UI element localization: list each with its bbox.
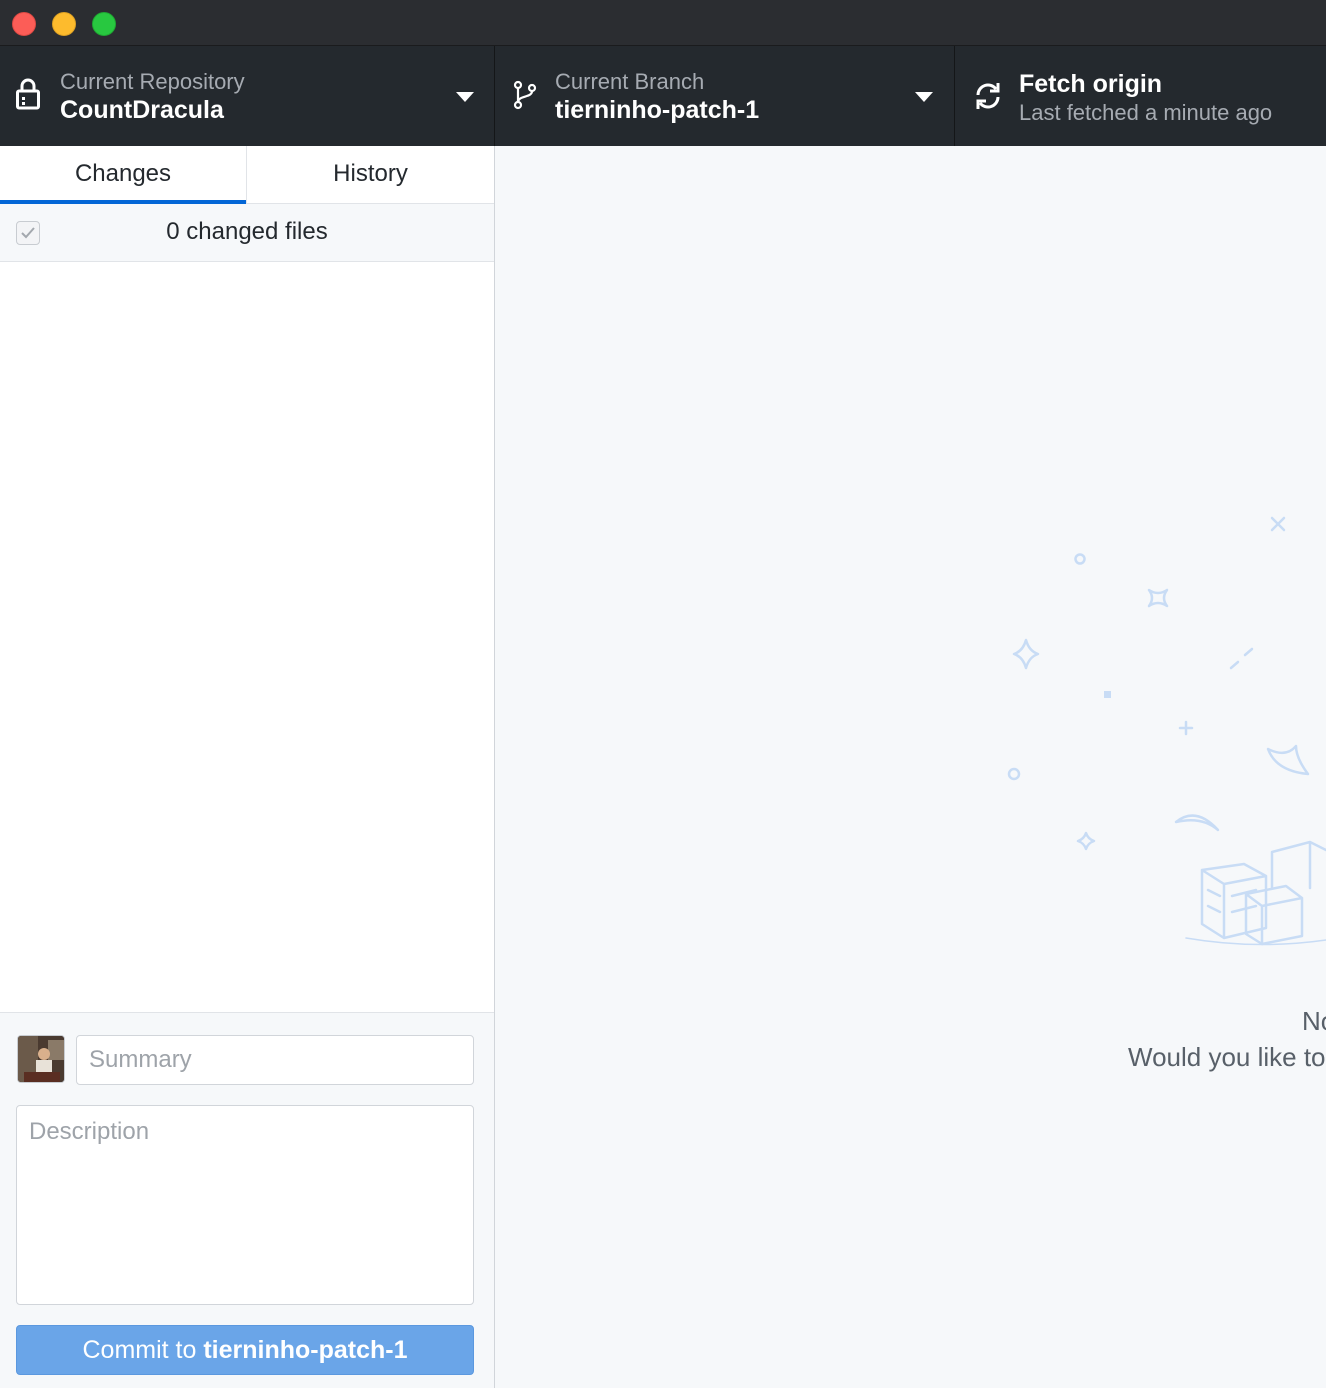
branch-label: Current Branch <box>555 69 705 94</box>
blank-slate-subtitle: Would you like to <box>1128 1042 1326 1072</box>
close-window-button[interactable] <box>12 12 36 36</box>
file-list <box>0 262 494 1013</box>
repository-label: Current Repository <box>60 69 245 94</box>
sidebar-tabs: Changes History <box>0 146 494 204</box>
chevron-down-icon <box>456 92 474 102</box>
square-sparkle-icon <box>1104 691 1111 698</box>
star-sparkle-icon <box>1147 588 1169 608</box>
changed-files-count: 0 changed files <box>166 218 328 245</box>
repository-name: CountDracula <box>60 96 224 124</box>
tab-history[interactable]: History <box>247 146 494 204</box>
current-repository-dropdown[interactable]: Current Repository CountDracula <box>0 46 495 146</box>
fetch-label: Fetch origin <box>1019 70 1163 98</box>
avatar <box>17 1035 65 1083</box>
commit-button-branch: tierninho-patch-1 <box>203 1336 408 1364</box>
box-icon <box>1244 884 1304 946</box>
lock-icon <box>16 78 40 115</box>
description-input[interactable] <box>16 1105 474 1305</box>
cross-sparkle-icon <box>1270 516 1286 532</box>
plus-sparkle-icon <box>1178 720 1194 736</box>
commit-message-area: Commit to tierninho-patch-1 <box>0 1012 494 1388</box>
branch-name: tierninho-patch-1 <box>555 96 760 124</box>
summary-input[interactable] <box>76 1035 474 1085</box>
changed-files-header: 0 changed files <box>0 204 494 262</box>
toolbar: Current Repository CountDracula Current … <box>0 46 1326 146</box>
title-bar <box>0 0 1326 46</box>
blank-slate: No Would you like to <box>496 146 1326 1388</box>
sparkle-icon <box>1076 831 1096 851</box>
diamond-sparkle-icon <box>1012 638 1040 670</box>
maximize-window-button[interactable] <box>92 12 116 36</box>
circle-sparkle-icon <box>1074 553 1086 565</box>
current-branch-dropdown[interactable]: Current Branch tierninho-patch-1 <box>495 46 955 146</box>
git-branch-icon <box>513 80 537 115</box>
commit-button-prefix: Commit to <box>82 1336 197 1364</box>
fetch-status: Last fetched a minute ago <box>1019 100 1273 125</box>
tab-changes[interactable]: Changes <box>0 146 247 204</box>
blank-slate-illustration <box>1007 516 1326 946</box>
blank-slate-title: No <box>1302 1006 1326 1036</box>
dash-sparkle-icon <box>1229 647 1254 670</box>
chevron-down-icon <box>915 92 933 102</box>
fetch-origin-button[interactable]: Fetch origin Last fetched a minute ago <box>955 46 1326 146</box>
paper-scrap-icon <box>1266 744 1310 776</box>
sync-icon <box>975 82 1001 115</box>
paper-scrap-icon <box>1174 814 1220 832</box>
minimize-window-button[interactable] <box>52 12 76 36</box>
commit-button[interactable]: Commit to tierninho-patch-1 <box>16 1325 474 1375</box>
box-icon <box>1270 840 1326 890</box>
circle-sparkle-icon <box>1007 767 1021 781</box>
sidebar: Changes History 0 changed files Commit t… <box>0 146 495 1388</box>
